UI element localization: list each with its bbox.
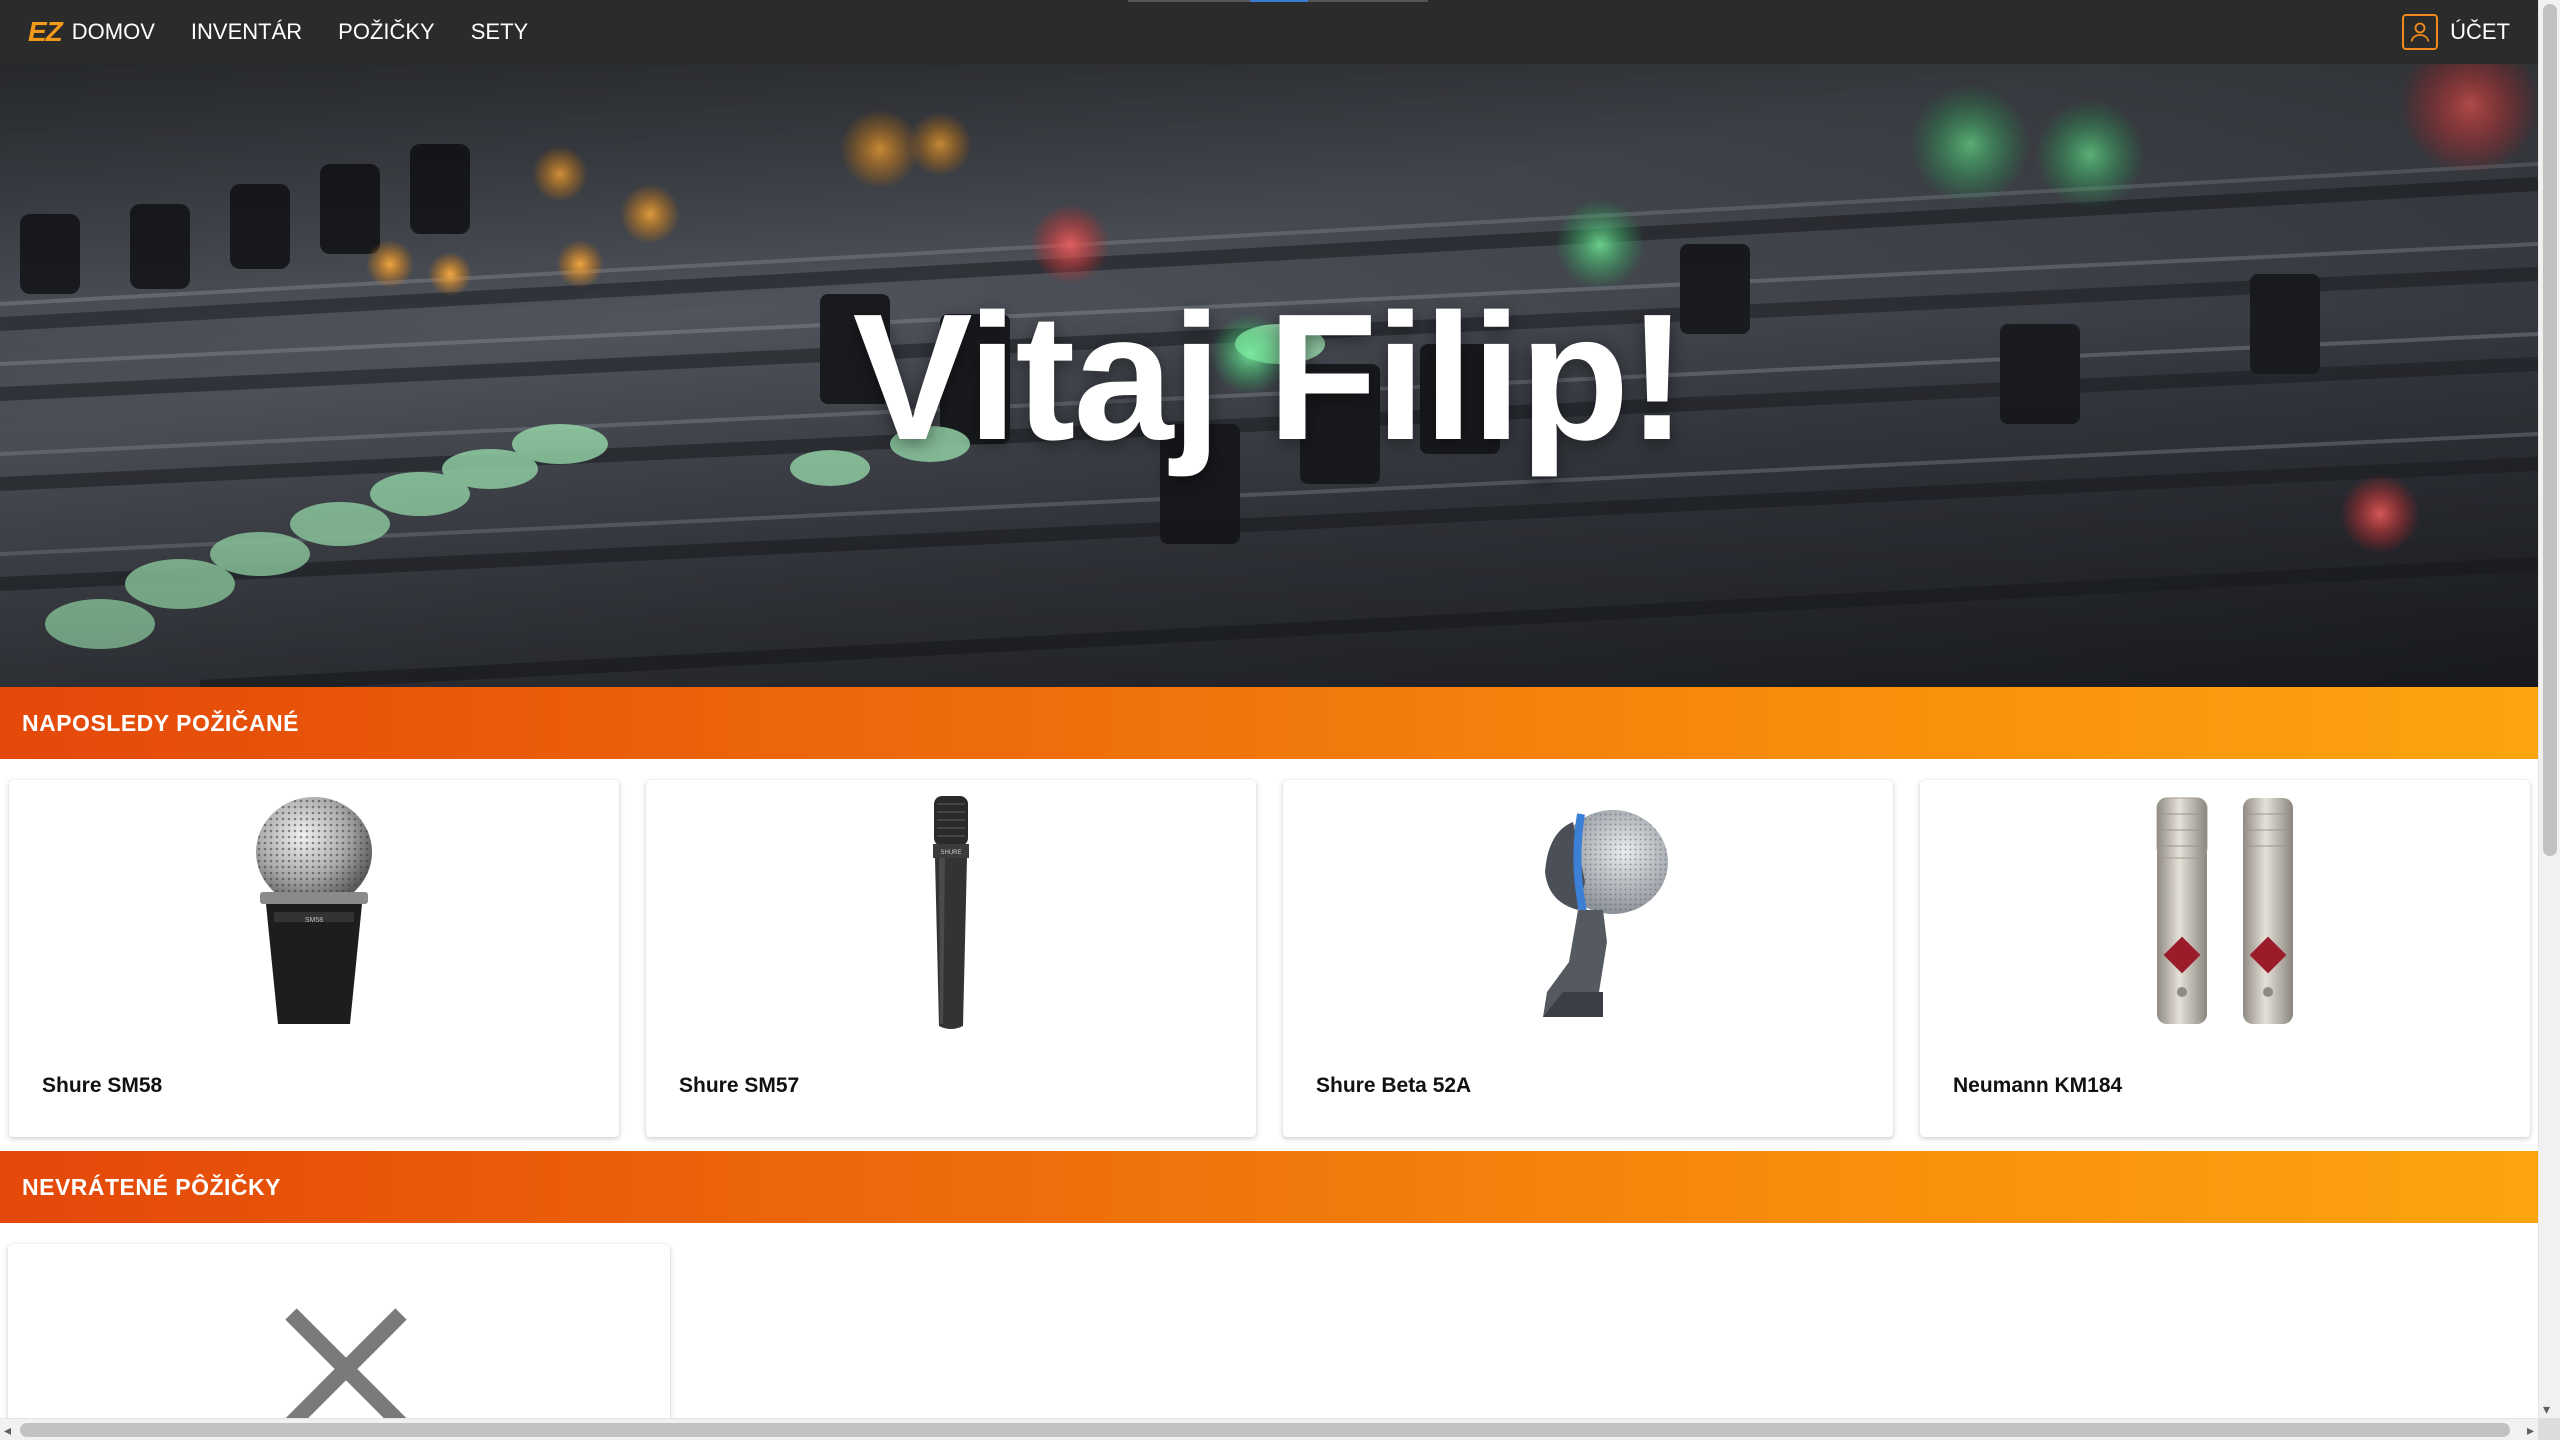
item-card-neumann-km184[interactable]: Neumann KM184 [1920, 780, 2530, 1137]
nav-item-home: DOMOV [71, 19, 155, 44]
item-name: Neumann KM184 [1953, 1074, 2123, 1097]
welcome-heading: Vitaj Filip! [852, 277, 1688, 478]
horizontal-scroll-thumb[interactable] [20, 1423, 2510, 1437]
logo: EZ [28, 16, 63, 47]
scroll-left-arrow-icon[interactable]: ◂ [4, 1423, 11, 1437]
item-name: Shure Beta 52A [1316, 1074, 1472, 1097]
unreturned-empty-card[interactable] [8, 1244, 670, 1440]
section-title: NAPOSLEDY POŽIČANÉ [22, 709, 299, 736]
nav-item-loans[interactable]: POŽIČKY [338, 19, 435, 45]
section-title: NEVRÁTENÉ PÔŽIČKY [22, 1173, 281, 1200]
item-card-shure-beta-52a[interactable]: Shure Beta 52A [1283, 780, 1893, 1137]
user-icon [2402, 14, 2439, 50]
item-name: Shure SM57 [679, 1074, 800, 1097]
microphone-beta52a-image [1283, 792, 1893, 1032]
account-label: ÚČET [2450, 19, 2510, 44]
nav-item-sets[interactable]: SETY [471, 19, 528, 45]
scrollbar-corner [2538, 1418, 2560, 1440]
item-name: Shure SM58 [42, 1074, 163, 1097]
vertical-scroll-thumb[interactable] [2543, 4, 2557, 856]
horizontal-scrollbar[interactable]: ◂ ▸ [0, 1418, 2538, 1440]
microphone-km184-pair-image [1920, 792, 2530, 1032]
svg-text:SM58: SM58 [305, 917, 323, 924]
nav-indicator-active [1250, 0, 1308, 2]
microphone-sm58-image: SM58 [9, 792, 619, 1032]
x-icon [285, 1308, 407, 1430]
item-card-shure-sm58[interactable]: SM58 Shure SM58 [9, 780, 619, 1137]
svg-text:SHURE: SHURE [940, 850, 961, 856]
hero-banner: Vitaj Filip! [0, 64, 2538, 687]
section-recent-header: NAPOSLEDY POŽIČANÉ [0, 687, 2538, 759]
scroll-right-arrow-icon[interactable]: ▸ [2527, 1423, 2534, 1437]
section-unreturned-header: NEVRÁTENÉ PÔŽIČKY [0, 1151, 2538, 1223]
nav-item-inventory[interactable]: INVENTÁR [191, 19, 302, 45]
item-card-shure-sm57[interactable]: SHURE Shure SM57 [646, 780, 1256, 1137]
account-menu[interactable]: ÚČET [2402, 14, 2510, 50]
brand-home-link[interactable]: EZ DOMOV [28, 16, 155, 48]
microphone-sm57-image: SHURE [646, 792, 1256, 1032]
scroll-down-arrow-icon[interactable]: ▾ [2543, 1402, 2550, 1416]
vertical-scrollbar[interactable]: ▾ [2538, 0, 2560, 1420]
top-navbar: EZ DOMOV INVENTÁR POŽIČKY SETY ÚČET [0, 0, 2538, 64]
